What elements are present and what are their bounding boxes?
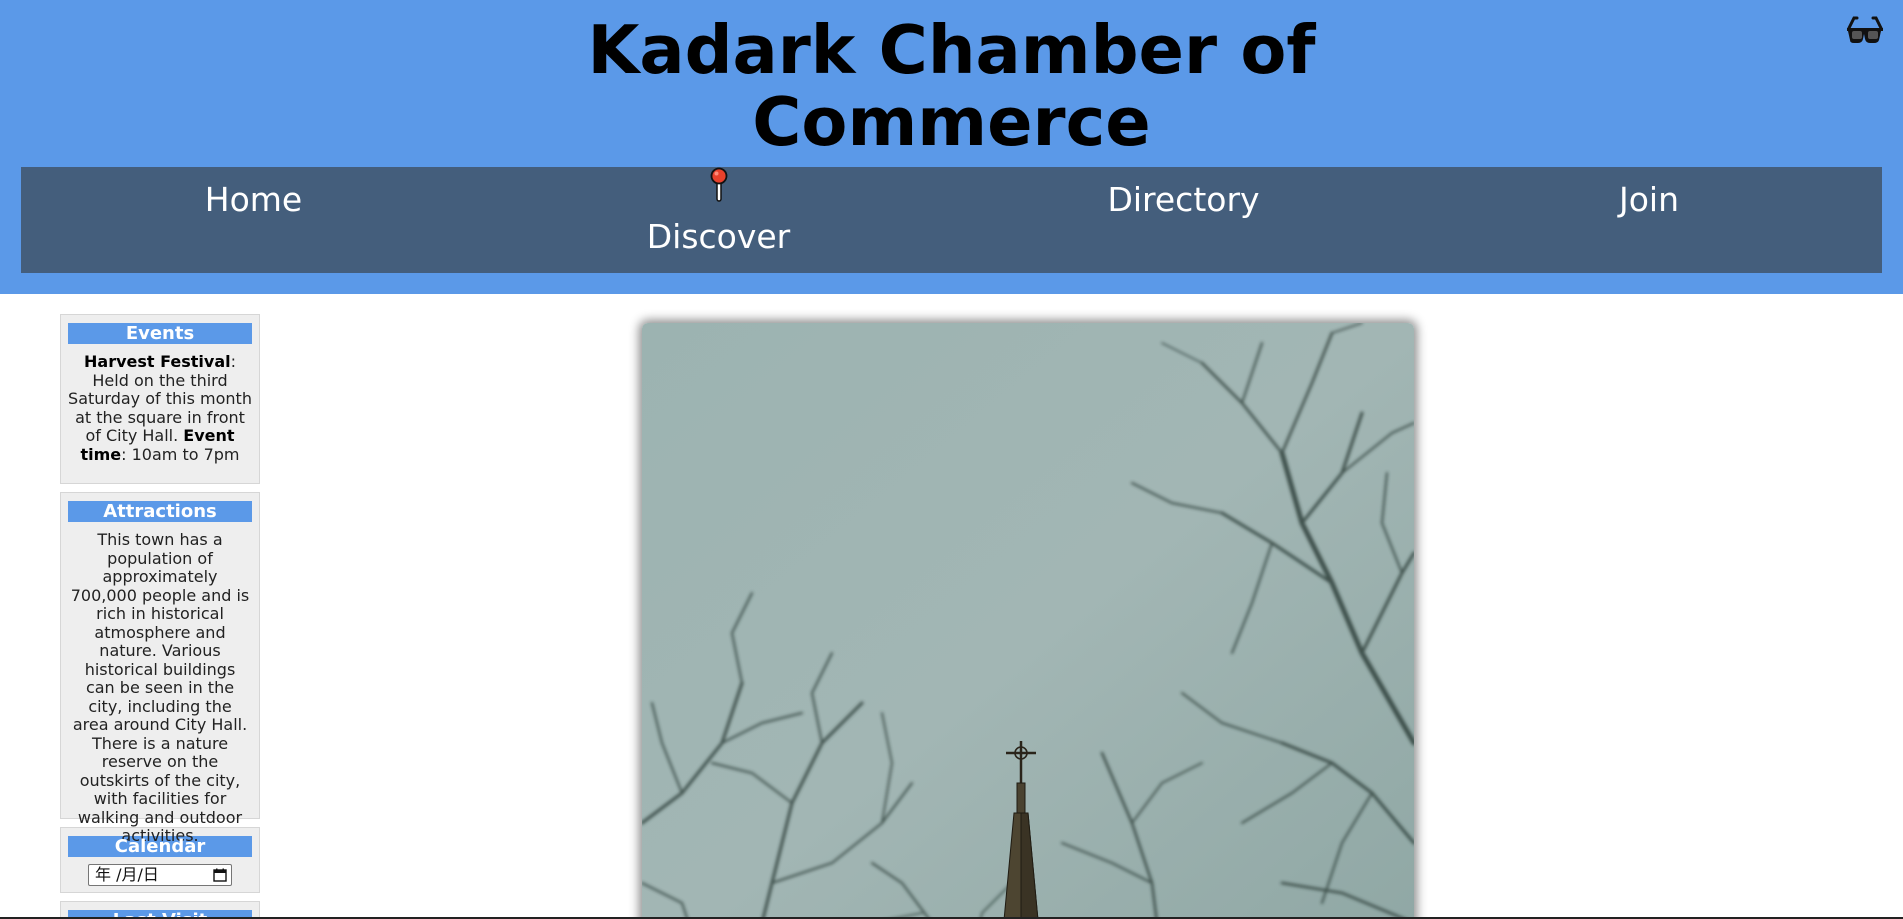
- attractions-heading: Attractions: [68, 501, 252, 522]
- site-title: Kadark Chamber of Commerce: [0, 14, 1903, 158]
- church-spire-photo: [642, 323, 1414, 919]
- main-nav: Home Discover Directory Join: [21, 167, 1882, 273]
- site-header: Kadark Chamber of Commerce Home Discover…: [0, 0, 1903, 294]
- event-name: Harvest Festival: [84, 352, 231, 371]
- nav-home[interactable]: Home: [21, 167, 486, 273]
- events-text: Harvest Festival: Held on the third Satu…: [68, 352, 252, 464]
- site-title-line-2: Commerce: [752, 83, 1151, 161]
- nav-directory[interactable]: Directory: [951, 167, 1416, 273]
- events-card: Events Harvest Festival: Held on the thi…: [60, 314, 260, 484]
- calendar-card: Calendar 年 /月/日: [60, 827, 260, 893]
- nav-discover-label: Discover: [646, 217, 791, 256]
- nav-directory-label: Directory: [1107, 180, 1260, 219]
- event-time-value: : 10am to 7pm: [121, 444, 240, 464]
- page: Kadark Chamber of Commerce Home Discover…: [0, 0, 1903, 919]
- date-input[interactable]: 年 /月/日: [88, 864, 232, 886]
- date-input-value: 年 /月/日: [95, 865, 159, 884]
- glasses-icon[interactable]: [1845, 14, 1885, 48]
- attractions-text: This town has a population of approximat…: [70, 530, 250, 844]
- calendar-heading: Calendar: [68, 836, 252, 857]
- site-title-line-1: Kadark Chamber of: [587, 11, 1316, 89]
- nav-join[interactable]: Join: [1416, 167, 1882, 273]
- sidebar: Events Harvest Festival: Held on the thi…: [60, 314, 260, 919]
- nav-discover[interactable]: Discover: [486, 167, 951, 273]
- events-heading: Events: [68, 323, 252, 344]
- calendar-icon[interactable]: [213, 868, 227, 882]
- nav-home-label: Home: [204, 180, 303, 219]
- hero-image: [642, 323, 1414, 919]
- nav-join-label: Join: [1618, 180, 1679, 219]
- pin-icon: [710, 167, 727, 202]
- attractions-card: Attractions This town has a population o…: [60, 492, 260, 845]
